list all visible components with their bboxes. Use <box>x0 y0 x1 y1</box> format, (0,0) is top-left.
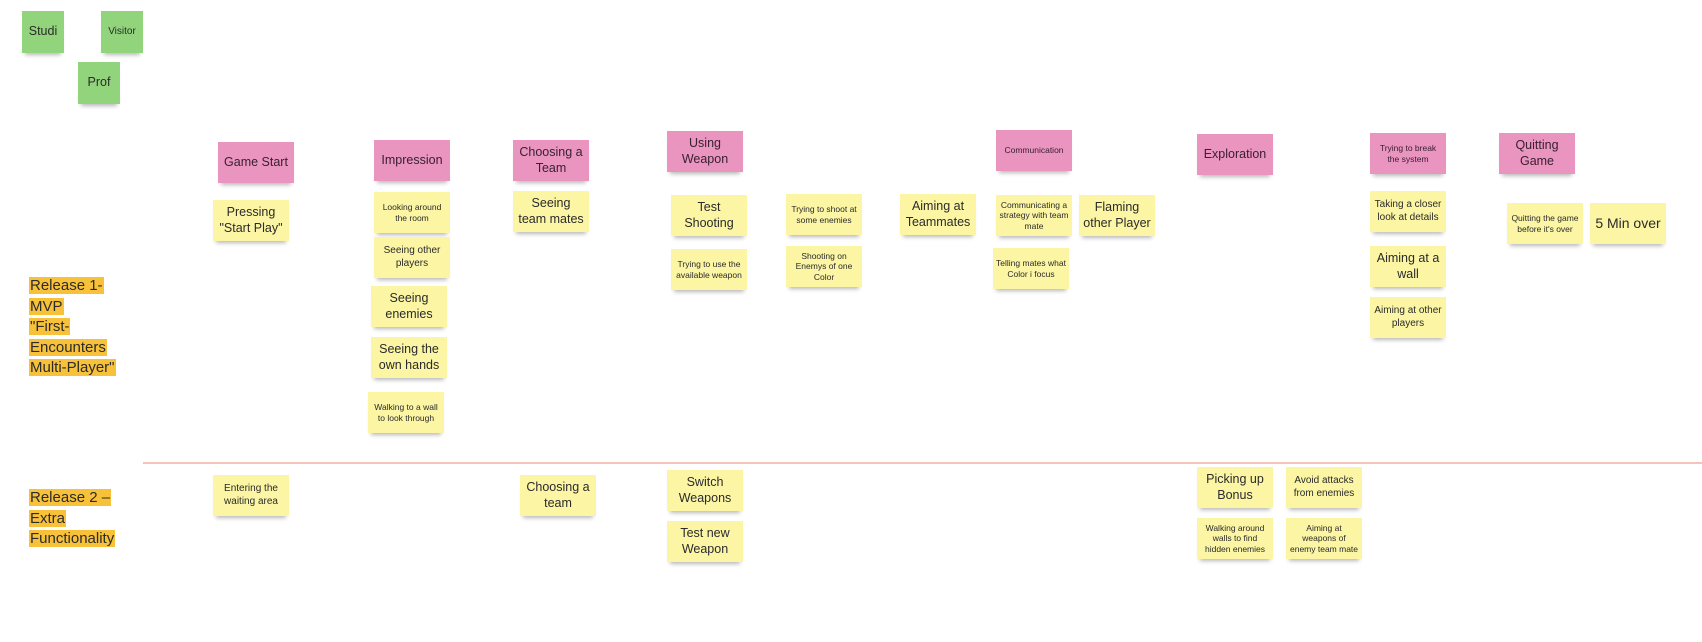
task-card[interactable]: Switch Weapons <box>667 470 743 511</box>
activity-quitting-game[interactable]: Quitting Game <box>1499 133 1575 174</box>
activity-label: Communication <box>1004 145 1064 156</box>
task-card[interactable]: Picking up Bonus <box>1197 467 1273 508</box>
task-label: Walking to a wall to look through <box>374 402 438 423</box>
activity-label: Choosing a Team <box>519 145 583 175</box>
release-1-label: Release 1- MVP "First- Encounters Multi-… <box>29 276 116 379</box>
activity-exploration[interactable]: Exploration <box>1197 134 1273 175</box>
task-card[interactable]: Seeing enemies <box>371 286 447 327</box>
persona-studi[interactable]: Studi <box>22 11 64 53</box>
release-divider <box>143 462 1702 464</box>
task-label: Quitting the game before it's over <box>1511 213 1579 234</box>
task-card[interactable]: Aiming at Teammates <box>900 194 976 235</box>
persona-visitor[interactable]: Visitor <box>101 11 143 53</box>
task-card[interactable]: Looking around the room <box>374 192 450 233</box>
task-card[interactable]: Aiming at a wall <box>1370 246 1446 287</box>
task-label: Seeing enemies <box>385 291 433 321</box>
release-2-label: Release 2 – Extra Functionality <box>29 488 116 550</box>
activity-label: Game Start <box>224 154 288 169</box>
task-label: Telling mates what Color i focus <box>996 258 1066 279</box>
release-label-line: Release 1- <box>29 277 104 294</box>
task-label: Aiming at weapons of enemy team mate <box>1289 522 1359 554</box>
task-card[interactable]: Quitting the game before it's over <box>1507 203 1583 244</box>
task-label: Test Shooting <box>684 200 734 230</box>
task-card[interactable]: Walking around walls to find hidden enem… <box>1197 518 1273 559</box>
task-card[interactable]: Shooting on Enemys of one Color <box>786 246 862 287</box>
task-label: Test new Weapon <box>680 526 730 556</box>
task-card[interactable]: Entering the waiting area <box>213 475 289 516</box>
activity-game-start[interactable]: Game Start <box>218 142 294 183</box>
release-label-line: "First- <box>29 318 71 335</box>
task-label: Seeing the own hands <box>378 342 440 372</box>
task-card[interactable]: Flaming other Player <box>1079 195 1155 236</box>
persona-prof[interactable]: Prof <box>78 62 120 104</box>
task-card[interactable]: Telling mates what Color i focus <box>993 248 1069 289</box>
task-card[interactable]: Aiming at weapons of enemy team mate <box>1286 518 1362 559</box>
release-label-line: Extra <box>29 509 67 527</box>
persona-label: Studi <box>28 24 58 39</box>
activity-label: Quitting Game <box>1515 138 1559 168</box>
activity-impression[interactable]: Impression <box>374 140 450 181</box>
task-label: Walking around walls to find hidden enem… <box>1204 522 1265 554</box>
task-label: Seeing other players <box>383 245 441 269</box>
task-card[interactable]: Pressing "Start Play" <box>213 200 289 241</box>
release-label-line: Functionality <box>29 530 116 547</box>
release-label-line: Encounters <box>29 338 107 356</box>
task-label: Trying to shoot at some enemies <box>791 204 857 225</box>
task-label: Aiming at a wall <box>1376 251 1440 281</box>
activity-label: Exploration <box>1203 146 1267 161</box>
task-card[interactable]: Avoid attacks from enemies <box>1286 467 1362 508</box>
task-label: Shooting on Enemys of one Color <box>795 250 853 282</box>
task-card[interactable]: Walking to a wall to look through <box>368 392 444 433</box>
task-label: Aiming at Teammates <box>905 199 971 229</box>
activity-label: Trying to break the system <box>1379 143 1437 164</box>
activity-label: Using Weapon <box>681 136 729 166</box>
task-card[interactable]: Test new Weapon <box>667 521 743 562</box>
task-card[interactable]: Trying to use the available weapon <box>671 249 747 290</box>
task-label: Pressing "Start Play" <box>219 205 283 235</box>
task-card[interactable]: Taking a closer look at details <box>1370 191 1446 232</box>
task-label: Communicating a strategy with team mate <box>999 199 1069 231</box>
task-label: Picking up Bonus <box>1206 472 1264 502</box>
task-card[interactable]: 5 Min over <box>1590 203 1666 244</box>
task-card[interactable]: Trying to shoot at some enemies <box>786 194 862 235</box>
task-label: Flaming other Player <box>1083 200 1151 230</box>
task-label: Looking around the room <box>382 202 442 223</box>
release-label-line: MVP <box>29 297 64 315</box>
task-card[interactable]: Seeing the own hands <box>371 337 447 378</box>
persona-label: Prof <box>87 75 111 90</box>
task-card[interactable]: Seeing team mates <box>513 191 589 232</box>
persona-label: Visitor <box>108 25 136 37</box>
task-label: Trying to use the available weapon <box>676 259 742 280</box>
activity-choosing-team[interactable]: Choosing a Team <box>513 140 589 181</box>
task-label: Switch Weapons <box>678 475 732 505</box>
task-label: 5 Min over <box>1595 214 1661 231</box>
task-card[interactable]: Aiming at other players <box>1370 297 1446 338</box>
task-card[interactable]: Communicating a strategy with team mate <box>996 195 1072 236</box>
task-card[interactable]: Seeing other players <box>374 237 450 278</box>
task-label: Entering the waiting area <box>224 483 278 507</box>
task-label: Choosing a team <box>526 480 590 510</box>
task-label: Aiming at other players <box>1374 305 1442 329</box>
activity-label: Impression <box>381 152 443 167</box>
task-card[interactable]: Test Shooting <box>671 195 747 236</box>
activity-using-weapon[interactable]: Using Weapon <box>667 131 743 172</box>
release-label-line: Multi-Player" <box>29 359 116 376</box>
activity-communication[interactable]: Communication <box>996 130 1072 171</box>
activity-break-system[interactable]: Trying to break the system <box>1370 133 1446 174</box>
task-label: Seeing team mates <box>518 196 584 226</box>
task-label: Taking a closer look at details <box>1374 199 1442 223</box>
release-label-line: Release 2 – <box>29 489 112 506</box>
task-label: Avoid attacks from enemies <box>1293 475 1355 499</box>
task-card[interactable]: Choosing a team <box>520 475 596 516</box>
